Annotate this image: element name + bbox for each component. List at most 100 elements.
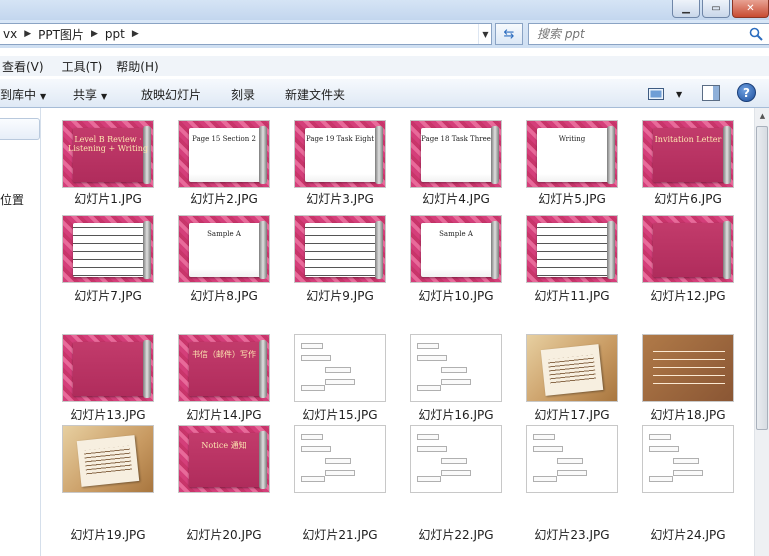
- breadcrumb-item[interactable]: ppt: [102, 27, 128, 41]
- menu-tools[interactable]: 工具(T): [62, 58, 103, 75]
- diagram-box: [441, 379, 471, 385]
- file-thumbnail: Invitation Letter: [642, 120, 734, 188]
- burn-button[interactable]: 刻录: [231, 86, 255, 103]
- diagram-box: [533, 434, 555, 440]
- file-name: 幻灯片17.JPG: [534, 408, 610, 422]
- file-item[interactable]: 幻灯片16.JPG: [410, 334, 520, 422]
- file-item[interactable]: Invitation Letter 幻灯片6.JPG: [642, 120, 752, 206]
- slideshow-button[interactable]: 放映幻灯片: [141, 86, 201, 103]
- file-thumbnail: [526, 215, 618, 283]
- menu-view[interactable]: 查看(V): [2, 58, 44, 75]
- minimize-button[interactable]: ▁: [672, 0, 700, 18]
- file-item[interactable]: 幻灯片7.JPG: [62, 215, 172, 303]
- file-item[interactable]: Writing 幻灯片5.JPG: [526, 120, 636, 206]
- vertical-scrollbar[interactable]: ▲: [754, 108, 769, 556]
- file-item[interactable]: 幻灯片18.JPG: [642, 334, 752, 422]
- refresh-button[interactable]: ⇆: [495, 23, 523, 45]
- file-item[interactable]: Page 15 Section 2 幻灯片2.JPG: [178, 120, 288, 206]
- file-item[interactable]: 幻灯片15.JPG: [294, 334, 404, 422]
- preview-pane-button[interactable]: [702, 85, 720, 101]
- file-item[interactable]: 幻灯片22.JPG: [410, 425, 520, 542]
- help-icon[interactable]: ?: [737, 83, 756, 102]
- menu-help[interactable]: 帮助(H): [116, 58, 158, 75]
- diagram-box: [557, 458, 583, 464]
- file-item[interactable]: 幻灯片9.JPG: [294, 215, 404, 303]
- scroll-up-icon[interactable]: ▲: [755, 108, 769, 124]
- nav-location-label[interactable]: 位置: [0, 191, 24, 208]
- change-view-button[interactable]: ▼: [648, 85, 688, 103]
- file-item[interactable]: Level B Review · Listening + Writing 幻灯片1…: [62, 120, 172, 206]
- file-item[interactable]: 幻灯片11.JPG: [526, 215, 636, 303]
- share-button[interactable]: 共享 ▼: [73, 86, 107, 103]
- file-item[interactable]: Sample A 幻灯片10.JPG: [410, 215, 520, 303]
- diagram-box: [557, 470, 587, 476]
- file-thumbnail: [62, 215, 154, 283]
- diagram-box: [673, 458, 699, 464]
- diagram-box: [417, 446, 447, 452]
- file-item[interactable]: 幻灯片23.JPG: [526, 425, 636, 542]
- command-bar: 到库中 ▼ 共享 ▼ 放映幻灯片 刻录 新建文件夹 ▼ ?: [0, 78, 769, 108]
- diagram-box: [417, 343, 439, 349]
- file-list: Level B Review · Listening + Writing 幻灯片1…: [41, 108, 754, 556]
- breadcrumb-item[interactable]: PPT图片: [35, 26, 87, 43]
- search-box[interactable]: [528, 23, 769, 45]
- close-icon: ✕: [746, 3, 755, 14]
- file-thumbnail: [526, 425, 618, 493]
- file-thumbnail: Notice 通知: [178, 425, 270, 493]
- file-name: 幻灯片22.JPG: [418, 528, 494, 542]
- diagram-box: [533, 476, 557, 482]
- file-item[interactable]: 幻灯片17.JPG: [526, 334, 636, 422]
- diagram-box: [301, 476, 325, 482]
- diagram-box: [417, 355, 447, 361]
- file-item[interactable]: Page 18 Task Three 幻灯片4.JPG: [410, 120, 520, 206]
- chevron-right-icon[interactable]: ▶: [87, 29, 102, 39]
- file-item[interactable]: 幻灯片24.JPG: [642, 425, 752, 542]
- search-input[interactable]: [537, 27, 747, 41]
- file-item[interactable]: 幻灯片21.JPG: [294, 425, 404, 542]
- breadcrumb-item[interactable]: vx: [0, 27, 20, 41]
- file-item[interactable]: 书信（邮件）写作 幻灯片14.JPG: [178, 334, 288, 422]
- file-name: 幻灯片6.JPG: [654, 192, 722, 206]
- diagram-box: [301, 343, 323, 349]
- file-thumbnail: Sample A: [178, 215, 270, 283]
- new-folder-button[interactable]: 新建文件夹: [285, 86, 345, 103]
- include-in-library-button[interactable]: 到库中 ▼: [0, 86, 46, 103]
- file-item[interactable]: 幻灯片12.JPG: [642, 215, 752, 303]
- diagram-box: [325, 367, 351, 373]
- file-name: 幻灯片8.JPG: [190, 289, 258, 303]
- file-name: 幻灯片3.JPG: [306, 192, 374, 206]
- close-button[interactable]: ✕: [732, 0, 769, 18]
- address-box[interactable]: vx ▶ PPT图片 ▶ ppt ▶ ▼: [0, 23, 492, 45]
- maximize-icon: ▭: [711, 3, 721, 14]
- file-name: 幻灯片19.JPG: [70, 528, 146, 542]
- file-thumbnail: Sample A: [410, 215, 502, 283]
- file-item[interactable]: 幻灯片19.JPG: [62, 425, 172, 542]
- file-name: 幻灯片11.JPG: [534, 289, 610, 303]
- chevron-right-icon[interactable]: ▶: [20, 29, 35, 39]
- maximize-button[interactable]: ▭: [702, 0, 730, 18]
- diagram-box: [417, 476, 441, 482]
- file-thumbnail: Page 18 Task Three: [410, 120, 502, 188]
- address-dropdown-icon[interactable]: ▼: [478, 24, 492, 44]
- thumbnail-text: Level B Review · Listening + Writing: [68, 135, 148, 153]
- search-icon[interactable]: [749, 27, 763, 41]
- scrollbar-thumb[interactable]: [756, 126, 768, 430]
- file-item[interactable]: Sample A 幻灯片8.JPG: [178, 215, 288, 303]
- file-name: 幻灯片16.JPG: [418, 408, 494, 422]
- file-thumbnail: [62, 334, 154, 402]
- nav-item[interactable]: [0, 118, 40, 140]
- file-item[interactable]: Page 19 Task Eight 幻灯片3.JPG: [294, 120, 404, 206]
- chevron-right-icon[interactable]: ▶: [128, 29, 143, 39]
- file-name: 幻灯片12.JPG: [650, 289, 726, 303]
- diagram-box: [417, 434, 439, 440]
- diagram-box: [325, 458, 351, 464]
- chevron-down-icon: ▼: [101, 92, 108, 101]
- file-thumbnail: [294, 334, 386, 402]
- file-name: 幻灯片2.JPG: [190, 192, 258, 206]
- file-item[interactable]: 幻灯片13.JPG: [62, 334, 172, 422]
- file-item[interactable]: Notice 通知 幻灯片20.JPG: [178, 425, 288, 542]
- file-name: 幻灯片4.JPG: [422, 192, 490, 206]
- view-icon: [648, 88, 664, 100]
- file-name: 幻灯片13.JPG: [70, 408, 146, 422]
- include-in-library-label: 到库中: [0, 88, 37, 102]
